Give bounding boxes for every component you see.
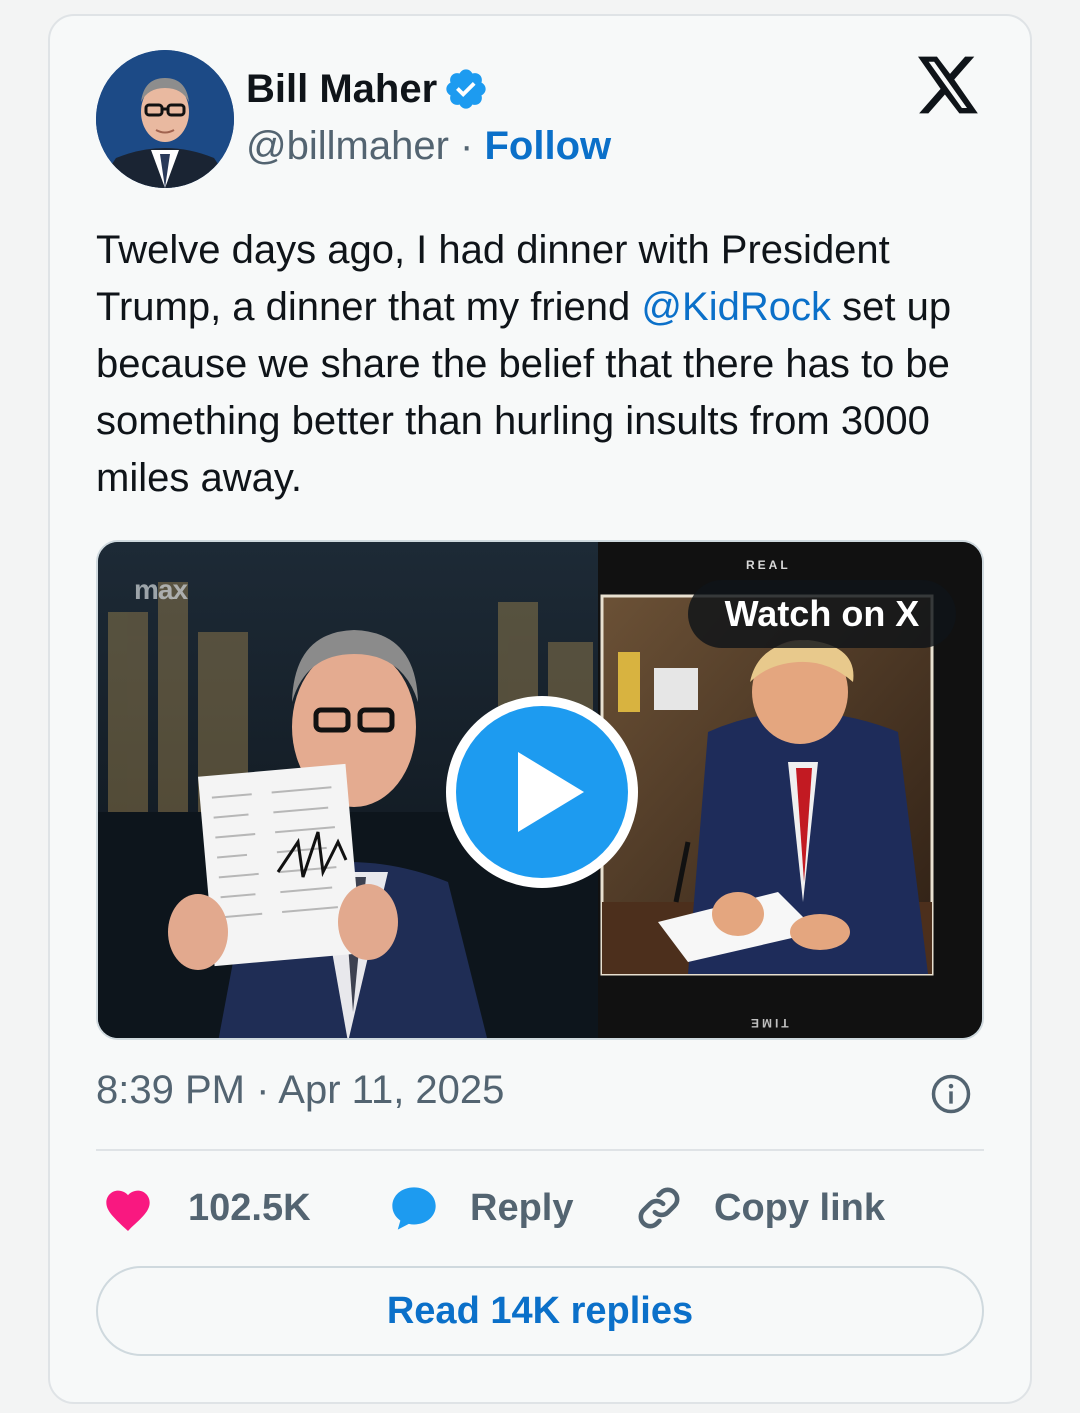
heart-icon: [106, 1190, 150, 1231]
copy-link-label: Copy link: [714, 1186, 886, 1229]
magazine-label-top: REAL: [746, 558, 791, 572]
reply-button[interactable]: Reply: [388, 1176, 573, 1240]
tweet-text: Twelve days ago, I had dinner with Presi…: [96, 222, 996, 507]
reply-label: Reply: [470, 1186, 574, 1229]
tweet-timestamp[interactable]: 8:39 PM · Apr 11, 2025: [96, 1068, 504, 1113]
max-watermark: max: [134, 574, 188, 605]
handle-separator: ·: [460, 124, 474, 168]
mention-link[interactable]: @KidRock: [641, 285, 831, 329]
read-replies-button[interactable]: Read 14K replies: [96, 1266, 984, 1356]
magazine-label-bottom: TIME: [748, 1016, 789, 1030]
author-handle-row: @billmaher · Follow: [246, 124, 611, 169]
like-count: 102.5K: [188, 1186, 311, 1229]
play-icon[interactable]: [442, 692, 642, 892]
author-name[interactable]: Bill Maher: [246, 67, 437, 112]
reply-bubble-icon: [392, 1187, 436, 1230]
avatar[interactable]: [96, 50, 234, 188]
author-name-row: Bill Maher: [246, 66, 489, 112]
avatar-portrait: [96, 50, 234, 188]
like-button[interactable]: [102, 1176, 154, 1240]
copy-link-button[interactable]: Copy link: [634, 1176, 885, 1240]
author-handle[interactable]: @billmaher: [246, 124, 449, 168]
divider: [96, 1149, 984, 1151]
verified-badge-icon: [446, 69, 486, 109]
x-logo-icon[interactable]: [918, 56, 980, 114]
action-bar: 102.5K Reply Copy link: [96, 1176, 984, 1240]
link-icon: [638, 1187, 680, 1229]
video-media[interactable]: max REAL TIME Watch on X: [96, 540, 984, 1040]
watch-on-x-button[interactable]: Watch on X: [688, 580, 956, 648]
like-count-item[interactable]: 102.5K: [188, 1176, 311, 1240]
follow-button[interactable]: Follow: [484, 124, 611, 168]
info-icon[interactable]: [930, 1073, 972, 1115]
